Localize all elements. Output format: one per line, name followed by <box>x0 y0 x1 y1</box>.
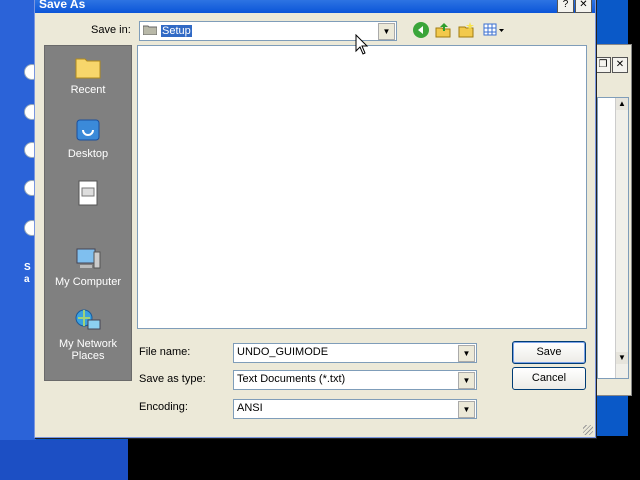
file-name-input[interactable]: UNDO_GUIMODE ▼ <box>233 343 477 363</box>
chevron-down-icon[interactable]: ▼ <box>458 372 475 389</box>
encoding-label: Encoding: <box>139 401 188 413</box>
file-name-dropdown[interactable]: ▼ <box>458 345 475 362</box>
save-button[interactable]: Save <box>512 341 586 364</box>
mouse-cursor-icon <box>355 34 369 55</box>
back-icon[interactable] <box>411 21 431 41</box>
chevron-down-icon[interactable]: ▼ <box>378 23 395 40</box>
folder-icon <box>142 25 158 36</box>
place-my-computer[interactable]: My Computer <box>45 246 131 288</box>
save-type-dropdown[interactable]: Text Documents (*.txt) ▼ <box>233 370 477 390</box>
place-recent[interactable]: Recent <box>45 54 131 96</box>
save-in-label: Save in: <box>91 24 131 36</box>
chevron-down-icon[interactable]: ▼ <box>458 345 475 362</box>
save-in-value-wrap: Setup <box>142 24 192 37</box>
place-desktop[interactable]: Desktop <box>45 118 131 160</box>
encoding-value: ANSI <box>237 402 263 414</box>
vertical-scrollbar[interactable]: ▲ ▼ <box>615 98 628 378</box>
network-places-icon <box>75 309 101 330</box>
wizard-partial-text: S <box>24 262 31 273</box>
place-my-network[interactable]: My Network Places <box>45 308 131 362</box>
dialog-title: Save As <box>39 0 86 11</box>
place-label: My Computer <box>54 276 122 288</box>
place-label: Recent <box>70 84 106 96</box>
scroll-down-icon[interactable]: ▼ <box>616 352 628 364</box>
restore-icon[interactable]: ❐ <box>595 57 611 73</box>
my-computer-icon <box>76 248 101 269</box>
my-documents-icon <box>78 180 98 206</box>
places-bar: Recent Desktop My Computer My Network Pl… <box>44 45 132 381</box>
recent-folder-icon <box>75 58 101 79</box>
place-label: Desktop <box>67 148 109 160</box>
close-icon[interactable]: ✕ <box>612 57 628 73</box>
desktop-icon <box>76 119 100 141</box>
background-window: ❐ ✕ ▲ ▼ <box>592 44 632 396</box>
black-background <box>128 436 640 480</box>
save-type-label: Save as type: <box>139 373 206 385</box>
background-window-content: ▲ ▼ <box>597 97 629 379</box>
place-my-documents[interactable] <box>45 180 131 210</box>
chevron-down-icon[interactable]: ▼ <box>458 401 475 418</box>
close-button[interactable]: ✕ <box>575 0 592 13</box>
scroll-up-icon[interactable]: ▲ <box>616 98 628 110</box>
encoding-dropdown[interactable]: ANSI ▼ <box>233 399 477 419</box>
file-name-label: File name: <box>139 346 191 358</box>
file-list[interactable] <box>137 45 587 329</box>
cancel-button[interactable]: Cancel <box>512 367 586 390</box>
save-as-dialog: Save As ? ✕ Save in: Setup ▼ Recent Desk… <box>34 0 596 438</box>
views-menu-icon[interactable] <box>481 21 507 41</box>
up-folder-icon[interactable] <box>433 21 453 41</box>
save-in-value: Setup <box>161 25 192 37</box>
new-folder-icon[interactable] <box>456 21 476 41</box>
title-bar[interactable]: Save As ? ✕ <box>35 0 595 13</box>
place-label: My Network Places <box>58 338 118 362</box>
save-type-value: Text Documents (*.txt) <box>237 373 346 385</box>
help-button[interactable]: ? <box>557 0 574 13</box>
resize-grip[interactable] <box>583 425 593 435</box>
file-name-value: UNDO_GUIMODE <box>237 346 329 358</box>
setup-wizard-background-bottom <box>0 440 128 480</box>
wizard-partial-text: a <box>24 274 30 285</box>
